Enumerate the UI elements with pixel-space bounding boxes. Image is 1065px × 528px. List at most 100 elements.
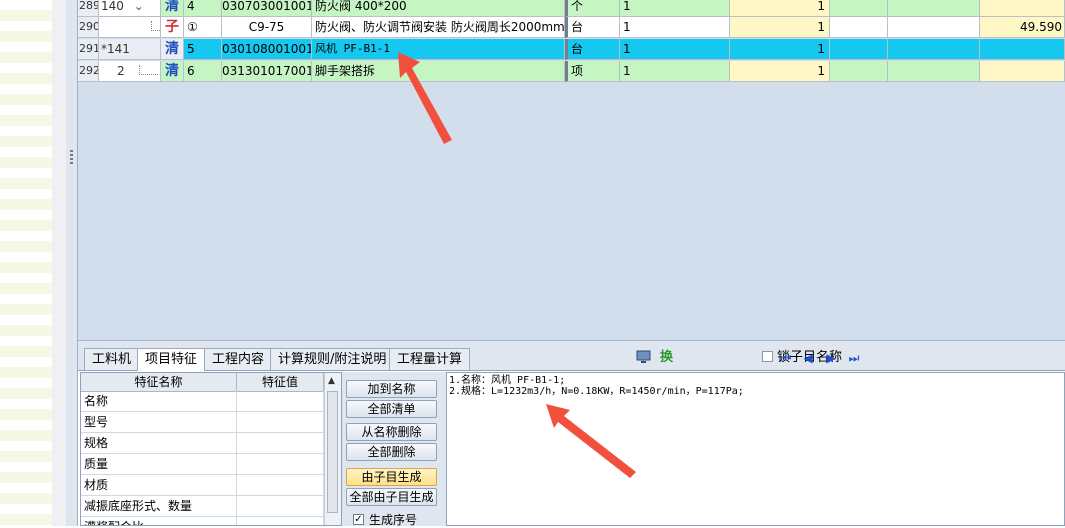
row-number: 292 — [78, 61, 99, 82]
row-name[interactable]: 风机 PF-B1-1 — [312, 39, 565, 60]
tab-features[interactable]: 项目特征 — [137, 348, 206, 371]
tab-calc-rules[interactable]: 计算规则/附注说明 — [270, 348, 395, 370]
feature-value[interactable] — [237, 496, 324, 517]
feature-table: 特征名称 特征值 名称 型号 规格 质量 材质 减振底座形式、数量 灌浆配合比 … — [80, 372, 342, 526]
detail-tab-bar: 工料机 项目特征 工程内容 计算规则/附注说明 工程量计算 换 锁子目名称 ⏮ … — [78, 346, 1065, 371]
splitter-grip[interactable] — [70, 150, 73, 164]
row-level — [99, 17, 161, 38]
tree-connector — [151, 21, 160, 31]
feature-name: 型号 — [81, 412, 237, 433]
feature-value[interactable] — [237, 433, 324, 454]
row-code[interactable]: C9-75 — [222, 17, 312, 38]
scroll-up-icon[interactable]: ▲ — [328, 376, 335, 386]
feature-row[interactable]: 型号 — [81, 412, 324, 433]
row-empty-2[interactable] — [888, 0, 980, 17]
tab-materials[interactable]: 工料机 — [84, 348, 140, 370]
row-level-text: 2 — [117, 64, 125, 78]
remove-from-name-button[interactable]: 从名称删除 — [346, 423, 437, 441]
row-empty-2[interactable] — [888, 39, 980, 60]
feature-row[interactable]: 名称 — [81, 391, 324, 412]
feature-value[interactable] — [237, 391, 324, 412]
nav-last-icon[interactable]: ⏭ — [846, 349, 862, 367]
row-qty[interactable]: 1 — [730, 0, 830, 17]
gen-seq-label: 生成序号 — [369, 513, 418, 527]
row-price[interactable] — [980, 0, 1065, 17]
tree-connector — [138, 65, 158, 75]
left-outline-panel — [0, 0, 53, 526]
feature-row[interactable]: 规格 — [81, 433, 324, 454]
table-row[interactable]: 289 140 ⌄ 清 4 030703001001 防火阀 400*200 个… — [78, 0, 1065, 17]
table-row[interactable]: 290 子 ① C9-75 防火阀、防火调节阀安装 防火阀周长2000mm以 台… — [78, 17, 1065, 38]
row-number: 291 — [78, 39, 99, 60]
collapse-chevron-icon[interactable]: ⌄ — [134, 0, 144, 13]
row-unit[interactable]: 项 — [565, 61, 620, 82]
feature-row[interactable]: 质量 — [81, 454, 324, 475]
gen-seq-checkbox[interactable]: ✓ — [353, 514, 364, 525]
feature-scrollbar[interactable]: ▲ — [324, 373, 341, 525]
row-qty-expr[interactable]: 1 — [620, 17, 730, 38]
feature-table-header: 特征名称 特征值 — [81, 373, 324, 392]
row-unit[interactable]: 台 — [565, 39, 620, 60]
row-price[interactable]: 49.590 — [980, 17, 1065, 38]
row-unit[interactable]: 台 — [565, 17, 620, 38]
row-qty-expr[interactable]: 1 — [620, 39, 730, 60]
table-row[interactable]: 292 2 清 6 031301017001 脚手架搭拆 项 1 1 — [78, 61, 1065, 82]
clear-all-button[interactable]: 全部清单 — [346, 400, 437, 418]
row-price[interactable] — [980, 39, 1065, 60]
row-level[interactable]: 140 ⌄ — [99, 0, 161, 17]
row-name[interactable]: 脚手架搭拆 — [312, 61, 565, 82]
scroll-thumb[interactable] — [327, 391, 338, 513]
nav-first-icon[interactable]: ⏮ — [778, 349, 794, 367]
row-name[interactable]: 防火阀 400*200 — [312, 0, 565, 17]
row-type: 清 — [161, 0, 184, 17]
gen-from-sub-button[interactable]: 由子目生成 — [346, 468, 437, 486]
row-type: 子 — [161, 17, 184, 38]
table-row-selected[interactable]: 291 *141 清 5 030108001001 风机 PF-B1-1 台 1… — [78, 39, 1065, 60]
vertical-splitter[interactable] — [66, 0, 78, 526]
swap-button[interactable]: 换 — [660, 349, 673, 367]
feature-name: 材质 — [81, 475, 237, 496]
feature-value[interactable] — [237, 454, 324, 475]
row-code[interactable]: 030108001001 — [222, 39, 312, 60]
row-empty-1[interactable] — [830, 61, 888, 82]
feature-description-text[interactable]: 1.名称：风机 PF-B1-1; 2.规格：L=1232m3/h，N=0.18K… — [446, 372, 1065, 526]
feature-row[interactable]: 材质 — [81, 475, 324, 496]
monitor-icon[interactable] — [636, 349, 652, 367]
gen-all-from-sub-button[interactable]: 全部由子目生成 — [346, 488, 437, 506]
tab-quantity-calc[interactable]: 工程量计算 — [389, 348, 471, 370]
tab-work-content[interactable]: 工程内容 — [204, 348, 273, 370]
row-qty[interactable]: 1 — [730, 39, 830, 60]
row-code[interactable]: 030703001001 — [222, 0, 312, 17]
row-qty-expr[interactable]: 1 — [620, 0, 730, 17]
row-name[interactable]: 防火阀、防火调节阀安装 防火阀周长2000mm以 — [312, 17, 565, 38]
delete-all-button[interactable]: 全部删除 — [346, 443, 437, 461]
row-empty-1[interactable] — [830, 0, 888, 17]
row-level: 2 — [99, 61, 161, 82]
row-price[interactable] — [980, 61, 1065, 82]
row-unit[interactable]: 个 — [565, 0, 620, 17]
nav-next-icon[interactable]: ▶ — [823, 349, 839, 367]
row-number: 290 — [78, 17, 99, 38]
add-to-name-button[interactable]: 加到名称 — [346, 380, 437, 398]
lock-name-checkbox[interactable] — [762, 351, 773, 362]
row-qty[interactable]: 1 — [730, 61, 830, 82]
feature-row[interactable]: 减振底座形式、数量 — [81, 496, 324, 517]
feature-value[interactable] — [237, 475, 324, 496]
row-empty-2[interactable] — [888, 17, 980, 38]
row-seq: 6 — [184, 61, 222, 82]
row-empty-2[interactable] — [888, 61, 980, 82]
feature-name: 灌浆配合比 — [81, 517, 237, 525]
row-level: *141 — [99, 39, 161, 60]
row-empty-1[interactable] — [830, 39, 888, 60]
row-empty-1[interactable] — [830, 17, 888, 38]
nav-prev-icon[interactable]: ◀ — [800, 349, 816, 367]
feature-buttons: 加到名称 全部清单 从名称删除 全部删除 由子目生成 全部由子目生成 ✓ 生成序… — [342, 372, 442, 527]
feature-value[interactable] — [237, 517, 324, 525]
row-qty-expr[interactable]: 1 — [620, 61, 730, 82]
feature-value[interactable] — [237, 412, 324, 433]
feature-name: 减振底座形式、数量 — [81, 496, 237, 517]
feature-row[interactable]: 灌浆配合比 — [81, 517, 324, 525]
row-code[interactable]: 031301017001 — [222, 61, 312, 82]
row-level-text: 140 — [101, 0, 124, 13]
row-qty[interactable]: 1 — [730, 17, 830, 38]
